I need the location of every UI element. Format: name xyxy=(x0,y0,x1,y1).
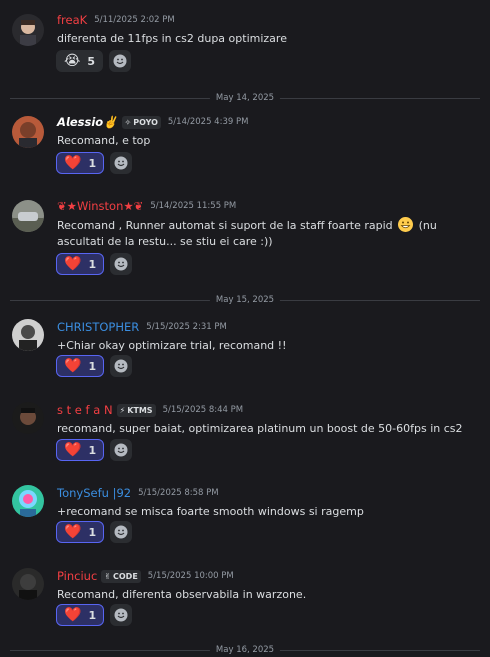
add-reaction-button[interactable] xyxy=(109,50,132,72)
add-reaction-smiley-icon xyxy=(114,359,128,373)
reaction-button[interactable]: ❤️ 1 xyxy=(56,355,105,377)
add-reaction-smiley-icon xyxy=(114,443,128,457)
avatar[interactable] xyxy=(12,116,44,148)
username[interactable]: freaK xyxy=(57,13,87,27)
reaction-button[interactable]: ❤️ 1 xyxy=(56,521,105,543)
message: ❦★Winston★❦ 5/14/2025 11:55 PM Recomand … xyxy=(0,197,490,277)
reaction-count: 1 xyxy=(88,257,97,271)
username[interactable]: Pinciuc xyxy=(57,569,97,583)
heart-emoji-icon: ❤️ xyxy=(64,442,82,458)
username[interactable]: 𝘼𝙡𝙚𝙨𝙨𝙞𝙤✌️ xyxy=(57,115,118,129)
timestamp: 5/15/2025 10:00 PM xyxy=(147,571,234,581)
reaction-count: 1 xyxy=(88,525,97,539)
timestamp: 5/14/2025 11:55 PM xyxy=(150,201,237,211)
add-reaction-button[interactable] xyxy=(110,355,133,377)
sob-emoji-icon: 😭 xyxy=(64,53,81,69)
message-content: recomand, super baiat, optimizarea plati… xyxy=(57,422,463,435)
avatar[interactable] xyxy=(12,319,44,351)
reaction-count: 1 xyxy=(88,156,97,170)
message-text: Recomand , Runner automat si suport de l… xyxy=(57,219,393,232)
add-reaction-smiley-icon xyxy=(114,608,128,622)
date-divider: May 14, 2025 xyxy=(10,91,480,105)
reaction-button[interactable]: ❤️ 1 xyxy=(56,604,105,626)
message: s t e f a N ⚡ KTMS 5/15/2025 8:44 PM rec… xyxy=(0,401,490,465)
message: TonySefu |92 5/15/2025 8:58 PM +recomand… xyxy=(0,484,490,548)
message: Pinciuc ✌ CODE 5/15/2025 10:00 PM Recoma… xyxy=(0,567,490,631)
server-tag[interactable]: ✌ CODE xyxy=(101,569,141,583)
username[interactable]: CHRISTOPHER xyxy=(57,320,139,334)
timestamp: 5/11/2025 2:02 PM xyxy=(94,15,175,25)
heart-emoji-icon: ❤️ xyxy=(64,155,82,171)
message-content: diferenta de 11fps in cs2 dupa optimizar… xyxy=(57,32,287,45)
add-reaction-smiley-icon xyxy=(113,54,127,68)
heart-emoji-icon: ❤️ xyxy=(64,607,82,623)
date-divider-label: May 16, 2025 xyxy=(209,643,281,657)
reaction-button[interactable]: 😭 5 xyxy=(56,50,104,72)
reaction-count: 5 xyxy=(87,54,96,68)
server-tag-label: KTMS xyxy=(127,405,153,415)
reaction-button[interactable]: ❤️ 1 xyxy=(56,152,105,174)
date-divider: May 16, 2025 xyxy=(10,643,480,657)
reaction-button[interactable]: ❤️ 1 xyxy=(56,253,105,275)
avatar[interactable] xyxy=(12,14,44,46)
add-reaction-button[interactable] xyxy=(110,521,133,543)
heart-emoji-icon: ❤️ xyxy=(64,256,82,272)
add-reaction-smiley-icon xyxy=(114,525,128,539)
add-reaction-smiley-icon xyxy=(114,156,128,170)
lightning-icon: ⚡ xyxy=(119,405,126,415)
server-tag[interactable]: ⚡ KTMS xyxy=(116,403,156,417)
message-content: Recomand, diferenta observabila in warzo… xyxy=(57,588,307,601)
reaction-count: 1 xyxy=(88,359,97,373)
add-reaction-smiley-icon xyxy=(114,257,128,271)
username[interactable]: TonySefu |92 xyxy=(57,486,131,500)
date-divider: May 15, 2025 xyxy=(10,293,480,307)
reaction-count: 1 xyxy=(88,443,97,457)
avatar[interactable] xyxy=(12,485,44,517)
add-reaction-button[interactable] xyxy=(110,253,133,275)
timestamp: 5/15/2025 2:31 PM xyxy=(146,322,227,332)
hand-icon: ✌ xyxy=(104,571,111,581)
grin-emoji-icon xyxy=(398,217,414,232)
message: freaK 5/11/2025 2:02 PM diferenta de 11f… xyxy=(0,11,490,75)
sparkle-icon: ✧ xyxy=(124,117,132,127)
avatar[interactable] xyxy=(12,568,44,600)
avatar[interactable] xyxy=(12,402,44,434)
timestamp: 5/15/2025 8:58 PM xyxy=(138,488,219,498)
message-content: Recomand, e top xyxy=(57,134,151,147)
server-tag[interactable]: ✧ POYO xyxy=(121,115,161,129)
message: 𝘼𝙡𝙚𝙨𝙨𝙞𝙤✌️ ✧ POYO 5/14/2025 4:39 PM Recom… xyxy=(0,113,490,177)
add-reaction-button[interactable] xyxy=(110,604,133,626)
timestamp: 5/15/2025 8:44 PM xyxy=(162,405,244,415)
add-reaction-button[interactable] xyxy=(110,152,133,174)
date-divider-label: May 15, 2025 xyxy=(209,293,281,307)
reaction-button[interactable]: ❤️ 1 xyxy=(56,439,105,461)
server-tag-label: POYO xyxy=(133,117,158,127)
heart-emoji-icon: ❤️ xyxy=(64,524,82,540)
message-content: +recomand se misca foarte smooth windows… xyxy=(57,505,364,518)
date-divider-label: May 14, 2025 xyxy=(209,91,281,105)
heart-emoji-icon: ❤️ xyxy=(64,358,82,374)
message-content: +Chiar okay optimizare trial, recomand !… xyxy=(57,339,287,352)
add-reaction-button[interactable] xyxy=(110,439,133,461)
server-tag-label: CODE xyxy=(113,571,138,581)
message: CHRISTOPHER 5/15/2025 2:31 PM +Chiar oka… xyxy=(0,318,490,382)
reaction-count: 1 xyxy=(88,608,97,622)
username[interactable]: ❦★Winston★❦ xyxy=(57,199,143,213)
avatar[interactable] xyxy=(12,200,44,232)
message-content: Recomand , Runner automat si suport de l… xyxy=(57,217,477,250)
timestamp: 5/14/2025 4:39 PM xyxy=(167,117,249,127)
username[interactable]: s t e f a N xyxy=(57,403,113,417)
